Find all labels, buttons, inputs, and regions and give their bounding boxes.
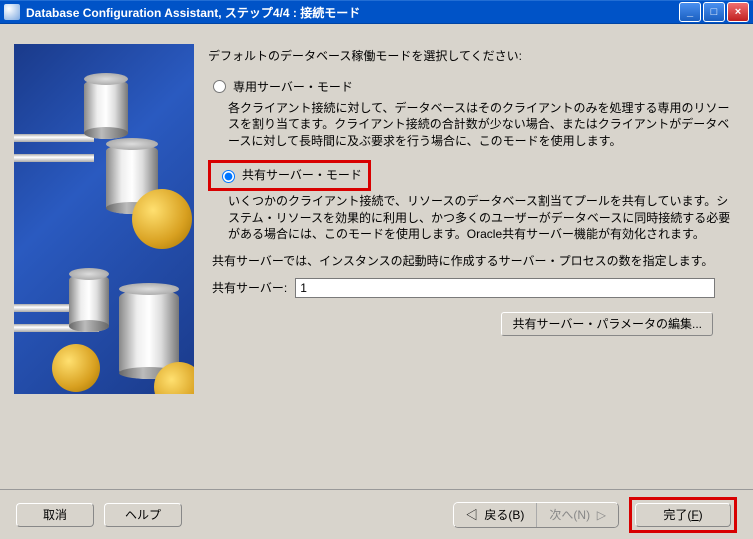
window-title: Database Configuration Assistant, ステップ4/…: [26, 4, 679, 21]
shared-server-label: 共有サーバー:: [212, 280, 287, 297]
titlebar: Database Configuration Assistant, ステップ4/…: [0, 0, 753, 24]
window-buttons: _ □ ×: [679, 2, 749, 22]
shared-server-field: 共有サーバー:: [212, 278, 739, 298]
next-button: 次へ(N) ▷: [537, 503, 618, 527]
dedicated-radio[interactable]: [213, 80, 226, 93]
finish-label: 完了(F): [663, 508, 702, 522]
shared-label: 共有サーバー・モード: [242, 167, 362, 184]
shared-note: 共有サーバーでは、インスタンスの起動時に作成するサーバー・プロセスの数を指定しま…: [212, 253, 739, 270]
app-icon: [4, 4, 20, 20]
dedicated-mode-option[interactable]: 専用サーバー・モード: [208, 79, 739, 96]
dedicated-description: 各クライアント接続に対して、データベースはそのクライアントのみを処理する専用のリ…: [228, 100, 739, 150]
close-button[interactable]: ×: [727, 2, 749, 22]
shared-radio[interactable]: [222, 170, 235, 183]
prompt-text: デフォルトのデータベース稼働モードを選択してください:: [208, 48, 739, 65]
dedicated-label: 専用サーバー・モード: [233, 79, 353, 96]
finish-highlight: 完了(F): [629, 497, 737, 533]
nav-button-group: ◁ 戻る(B) 次へ(N) ▷: [453, 502, 619, 528]
back-button[interactable]: ◁ 戻る(B): [454, 503, 538, 527]
content-area: デフォルトのデータベース稼働モードを選択してください: 専用サーバー・モード 各…: [0, 24, 753, 489]
help-button[interactable]: ヘルプ: [104, 503, 182, 527]
footer-bar: 取消 ヘルプ ◁ 戻る(B) 次へ(N) ▷ 完了(F): [0, 489, 753, 539]
minimize-button[interactable]: _: [679, 2, 701, 22]
wizard-illustration: [14, 44, 194, 394]
finish-button[interactable]: 完了(F): [635, 503, 731, 527]
main-panel: デフォルトのデータベース稼働モードを選択してください: 専用サーバー・モード 各…: [208, 44, 739, 481]
shared-server-input[interactable]: [295, 278, 715, 298]
shared-mode-highlight: 共有サーバー・モード: [208, 160, 371, 191]
edit-shared-params-button[interactable]: 共有サーバー・パラメータの編集...: [501, 312, 713, 336]
shared-description: いくつかのクライアント接続で、リソースのデータベース割当てプールを共有しています…: [228, 193, 739, 243]
cancel-button[interactable]: 取消: [16, 503, 94, 527]
maximize-button[interactable]: □: [703, 2, 725, 22]
